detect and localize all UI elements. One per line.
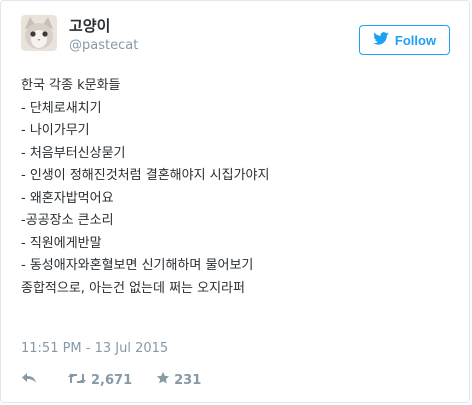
favorite-button[interactable]: 231 [156,371,201,389]
follow-label: Follow [394,32,437,48]
follow-button[interactable]: Follow [359,25,450,55]
star-icon [156,371,170,389]
tweet-line: - 단체로새치기 [21,100,102,116]
retweet-button[interactable]: 2,671 [67,372,132,389]
tweet-card: 고양이 @pastecat Follow 한국 각종 k문화들 - 단체로새치기… [0,0,470,403]
tweet-line: - 동성애자와혼혈보면 신기해하며 물어보기 [21,258,254,273]
user-name[interactable]: 고양이 [69,15,110,36]
tweet-line: - 직원에게반말 [21,235,102,251]
avatar[interactable] [21,15,57,51]
user-handle[interactable]: @pastecat [69,38,138,53]
retweet-icon [67,372,87,389]
tweet-text: 한국 각종 k문화들 - 단체로새치기 - 나이가무기 - 처음부터신상묻기 -… [21,75,269,300]
tweet-actions: 2,671 231 [21,371,201,389]
tweet-timestamp[interactable]: 11:51 PM - 13 Jul 2015 [21,341,168,356]
retweet-count: 2,671 [91,372,133,388]
like-count: 231 [174,372,202,388]
tweet-line: -공공장소 큰소리 [21,213,114,228]
tweet-line: - 나이가무기 [21,123,90,138]
reply-button[interactable] [21,372,37,388]
tweet-line: - 왜혼자밥먹어요 [21,190,114,206]
tweet-line: 한국 각종 k문화들 [21,78,121,93]
reply-icon [21,372,37,388]
tweet-line: 종합적으로, 아는건 없는데 쩌는 오지라퍼 [21,280,245,296]
bird-icon [373,32,389,48]
tweet-line: - 처음부터신상묻기 [21,145,126,161]
tweet-line: - 인생이 정해진것처럼 결혼해야지 시집가야지 [21,168,270,183]
